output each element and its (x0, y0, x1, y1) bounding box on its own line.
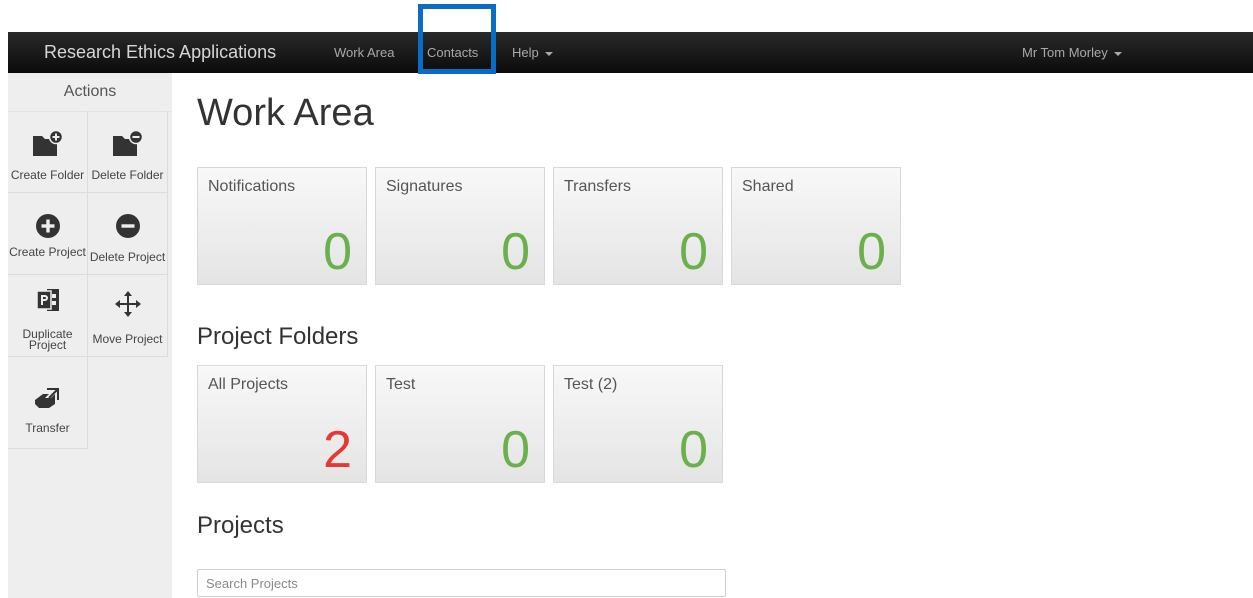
folder-count: 0 (679, 421, 708, 479)
folder-tile-test[interactable]: Test 0 (375, 365, 545, 483)
create-folder-label: Create Folder (10, 168, 85, 182)
user-name: Mr Tom Morley (1022, 45, 1108, 60)
nav-help-label: Help (512, 45, 539, 60)
folder-tile-all-projects[interactable]: All Projects 2 (197, 365, 367, 483)
contacts-highlight-box (418, 4, 496, 74)
projects-heading: Projects (197, 512, 284, 539)
notifications-tile[interactable]: Notifications 0 (197, 167, 367, 285)
tile-label: Transfers (564, 178, 631, 195)
transfer-label: Transfer (25, 421, 70, 435)
actions-sidebar: Actions Create Folder Delete Folder Crea… (8, 73, 172, 598)
delete-project-label: Delete Project (89, 250, 166, 264)
project-folders-heading: Project Folders (197, 323, 359, 350)
tile-label: Notifications (208, 178, 296, 195)
duplicate-project-label: Duplicate Project (22, 327, 73, 352)
transfers-tile[interactable]: Transfers 0 (553, 167, 723, 285)
delete-folder-label: Delete Folder (91, 168, 164, 182)
nav-help[interactable]: Help (512, 32, 553, 73)
shared-tile[interactable]: Shared 0 (731, 167, 901, 285)
nav-work-area[interactable]: Work Area (334, 32, 394, 73)
create-folder-button[interactable]: Create Folder (8, 111, 88, 193)
folder-minus-icon (112, 130, 143, 156)
search-projects-input[interactable] (197, 569, 726, 597)
folder-label: All Projects (208, 376, 289, 393)
tile-label: Shared (742, 178, 794, 195)
duplicate-icon (35, 289, 59, 311)
move-arrows-icon (114, 291, 141, 317)
transfer-icon (34, 388, 59, 408)
duplicate-project-button[interactable]: Duplicate Project (8, 275, 88, 357)
move-project-button[interactable]: Move Project (88, 275, 168, 357)
signatures-tile[interactable]: Signatures 0 (375, 167, 545, 285)
delete-project-button[interactable]: Delete Project (88, 193, 168, 275)
app-brand[interactable]: Research Ethics Applications (44, 32, 276, 73)
tile-count: 0 (501, 223, 530, 281)
top-navbar: Research Ethics Applications Work Area C… (8, 32, 1253, 73)
create-project-button[interactable]: Create Project (8, 193, 88, 275)
chevron-down-icon (1113, 51, 1122, 56)
folder-tile-test-2[interactable]: Test (2) 0 (553, 365, 723, 483)
tile-label: Signatures (386, 178, 463, 195)
tile-count: 0 (857, 223, 886, 281)
delete-folder-button[interactable]: Delete Folder (88, 111, 168, 193)
folder-count: 2 (323, 421, 352, 479)
folder-plus-icon (32, 130, 63, 156)
create-project-label: Create Project (9, 245, 86, 259)
transfer-button[interactable]: Transfer (8, 357, 88, 449)
tile-count: 0 (323, 223, 352, 281)
tile-count: 0 (679, 223, 708, 281)
page-title: Work Area (197, 92, 374, 134)
chevron-down-icon (544, 51, 553, 56)
actions-title: Actions (8, 73, 172, 112)
folder-count: 0 (501, 421, 530, 479)
minus-circle-icon (115, 214, 140, 238)
folder-label: Test (386, 376, 416, 393)
move-project-label: Move Project (92, 332, 163, 346)
user-menu[interactable]: Mr Tom Morley (1022, 32, 1122, 73)
plus-circle-icon (35, 214, 60, 238)
folder-label: Test (2) (564, 376, 618, 393)
